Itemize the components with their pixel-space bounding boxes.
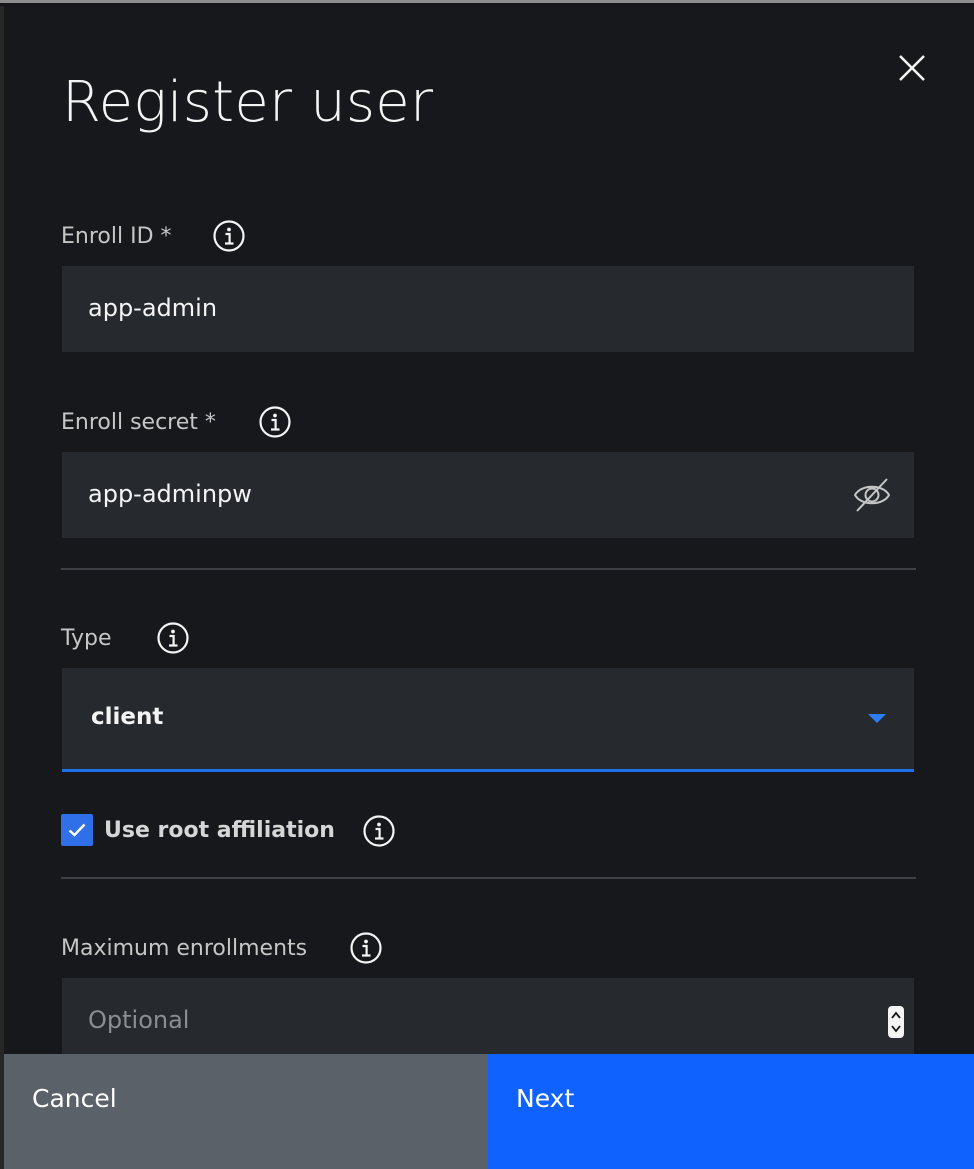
max-enrollments-label-row: Maximum enrollments: [61, 930, 383, 966]
info-icon[interactable]: [258, 405, 292, 439]
max-enrollments-placeholder: Optional: [88, 1006, 190, 1034]
type-label-row: Type: [61, 620, 190, 656]
info-icon[interactable]: [362, 814, 396, 848]
checkmark-icon: [68, 823, 86, 837]
window-frame: Register user Enroll ID * app-admin Enro…: [0, 0, 974, 1169]
enroll-id-value: app-admin: [88, 294, 218, 322]
chevron-down-icon: [868, 714, 886, 723]
enroll-id-label: Enroll ID *: [61, 223, 172, 249]
enroll-secret-label: Enroll secret *: [61, 409, 216, 435]
type-select[interactable]: client: [62, 668, 914, 772]
type-label: Type: [61, 625, 112, 651]
register-user-modal: Register user Enroll ID * app-admin Enro…: [4, 6, 974, 1169]
number-stepper[interactable]: [888, 1006, 904, 1038]
type-selected-value: client: [91, 704, 164, 730]
modal-title: Register user: [62, 70, 434, 135]
enroll-secret-input[interactable]: app-adminpw: [62, 452, 914, 538]
enroll-id-input[interactable]: app-admin: [62, 266, 914, 352]
modal-footer: Cancel Next: [4, 1054, 974, 1169]
enroll-secret-label-row: Enroll secret *: [61, 404, 292, 440]
section-divider: [61, 877, 916, 879]
root-affiliation-checkbox[interactable]: [61, 814, 93, 846]
next-button[interactable]: Next: [488, 1054, 974, 1169]
eye-slash-icon: [853, 478, 891, 512]
info-icon[interactable]: [156, 621, 190, 655]
info-icon[interactable]: [212, 219, 246, 253]
close-button[interactable]: [890, 46, 934, 90]
cancel-button[interactable]: Cancel: [4, 1054, 488, 1169]
enroll-secret-value: app-adminpw: [88, 480, 252, 508]
max-enrollments-label: Maximum enrollments: [61, 935, 308, 961]
enroll-id-label-row: Enroll ID *: [61, 218, 246, 254]
info-icon[interactable]: [349, 931, 383, 965]
password-visibility-toggle[interactable]: [852, 476, 892, 519]
close-icon: [899, 55, 925, 81]
root-affiliation-label[interactable]: Use root affiliation: [104, 814, 335, 848]
stepper-arrows-icon: [891, 1011, 901, 1033]
section-divider: [61, 568, 916, 570]
